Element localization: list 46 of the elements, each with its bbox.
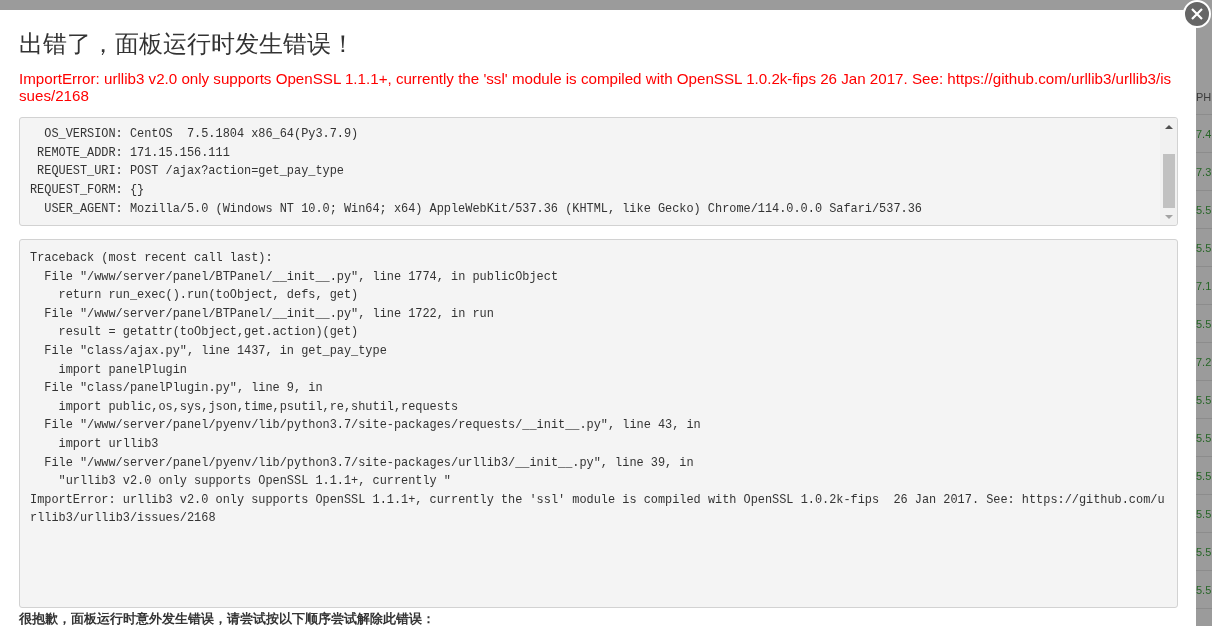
table-cell: 7.4 (1196, 127, 1212, 140)
table-cell: 5.5 (1196, 507, 1212, 520)
field-label: REQUEST_FORM: (30, 182, 123, 200)
code-line: import urllib3 (58, 435, 159, 453)
table-cell: 5.5 (1196, 393, 1212, 406)
code-line: return run_exec().run(toObject, defs, get) (58, 287, 359, 305)
column-header: PH (1196, 91, 1212, 103)
field-label: USER_AGENT: (44, 200, 123, 218)
table-cell: 5.5 (1196, 583, 1212, 596)
field-label: REQUEST_URI: (37, 163, 123, 181)
error-message: ImportError: urllib3 v2.0 only supports OpenSSL 1.1.1+, currently the 'ssl' module is compiled with OpenSSL 1.0.2k-fips 26 Jan 2017. See: https://github.com/urllib3/urllib3/issues/2168 (19, 70, 1173, 104)
field-label: OS_VERSION: (44, 126, 123, 143)
table-cell: 5.5 (1196, 545, 1212, 558)
field-value: CentOS 7.5.1804 x86_64(Py3.7.9) (129, 126, 359, 143)
field-value: 171.15.156.111 (129, 144, 230, 162)
table-cell: 7.3 (1196, 165, 1212, 178)
code-line: File "/www/server/panel/BTPanel/__init__.py", line 1774, in publicObject (44, 268, 559, 286)
code-line: import panelPlugin (58, 361, 187, 379)
table-cell: 5.5 (1196, 317, 1212, 330)
code-line: File "/www/server/panel/pyenv/lib/python3.7/site-packages/urllib3/__init__.py", line 39, in (44, 454, 694, 472)
field-value: {} (129, 182, 145, 200)
table-cell: 5.5 (1196, 469, 1212, 482)
table-cell: 7.2 (1196, 355, 1212, 368)
scroll-down-icon[interactable] (1164, 214, 1173, 219)
dialog-title: 出错了，面板运行时发生错误！ (19, 29, 355, 59)
help-note: 很抱歉，面板运行时意外发生错误，请尝试按以下顺序尝试解除此错误： (19, 612, 435, 626)
table-cell: 7.1 (1196, 279, 1212, 292)
code-line: Traceback (most recent call last): (30, 250, 273, 267)
table-cell: 5.5 (1196, 203, 1212, 216)
table-cell: 5.5 (1196, 431, 1212, 444)
close-icon (1191, 8, 1203, 20)
field-value: Mozilla/5.0 (Windows NT 10.0; Win64; x64) AppleWebKit/537.36 (KHTML, like Gecko) Chrome/114.0.0.0 Safari/537.36 (129, 200, 922, 218)
code-line: import public,os,sys,json,time,psutil,re,shutil,requests (58, 398, 459, 416)
code-line: result = getattr(toObject,get.action)(get) (58, 324, 359, 342)
scroll-up-icon[interactable] (1164, 124, 1173, 129)
code-line: ImportError: urllib3 v2.0 only supports OpenSSL 1.1.1+, currently the 'ssl' module is compiled with OpenSSL 1.0.2k-fips 26 Jan 2017. See: https://github.com/urllib3/urllib3/issues/2168 (30, 491, 1165, 528)
table-cell: 5.5 (1196, 241, 1212, 254)
close-button[interactable] (1183, 0, 1211, 28)
field-label: REMOTE_ADDR: (37, 144, 123, 162)
code-line: File "class/ajax.py", line 1437, in get_pay_type (44, 342, 387, 360)
code-line: "urllib3 v2.0 only supports OpenSSL 1.1.1+, currently " (58, 473, 451, 491)
code-line: File "/www/server/panel/pyenv/lib/python3.7/site-packages/requests/__init__.py", line 43, in (44, 417, 701, 435)
code-line: File "/www/server/panel/BTPanel/__init__.py", line 1722, in run (44, 305, 494, 323)
field-value: POST /ajax?action=get_pay_type (129, 163, 344, 181)
code-line: File "class/panelPlugin.py", line 9, in (44, 380, 323, 398)
scrollbar-thumb[interactable] (1162, 154, 1175, 208)
